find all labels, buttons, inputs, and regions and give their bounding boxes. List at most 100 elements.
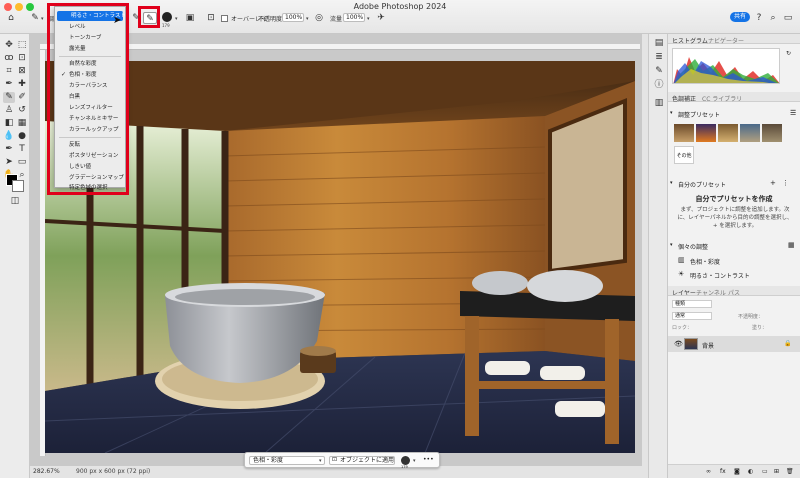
lasso-tool-icon[interactable]: ꝏ: [3, 53, 15, 64]
adjustment-hue-saturation[interactable]: 色相・彩度: [690, 257, 720, 266]
info-panel-icon[interactable]: ⓘ: [653, 80, 665, 91]
help-icon[interactable]: ?: [752, 12, 766, 24]
brightness-icon: ☀: [678, 270, 685, 278]
layer-style-icon[interactable]: fx: [720, 468, 726, 475]
add-icon[interactable]: +: [770, 179, 776, 187]
lock-icon: 🔒: [784, 340, 792, 347]
presets-more-button[interactable]: その他: [674, 146, 694, 164]
pressure-opacity-icon[interactable]: ◎: [312, 12, 326, 24]
gradient-tool-icon[interactable]: ▦: [16, 118, 28, 129]
object-select-tool-icon[interactable]: ⊡: [16, 53, 28, 64]
adjustment-brush-tool-icon[interactable]: ✎: [3, 92, 15, 103]
tab-paths[interactable]: パス: [728, 288, 740, 297]
contextual-task-bar: 色相・彩度 ▾ オブジェクトに適用 ⊡ 179 ▾ •••: [244, 452, 440, 469]
eraser-tool-icon[interactable]: ◧: [3, 118, 15, 129]
flow-field[interactable]: 100%: [343, 13, 365, 22]
tab-layers[interactable]: レイヤー: [672, 288, 696, 297]
shape-tool-icon[interactable]: ▭: [16, 157, 28, 168]
layer-kind-filter[interactable]: 種類: [672, 300, 712, 308]
history-brush-tool-icon[interactable]: ↺: [16, 105, 28, 116]
tab-histogram[interactable]: ヒストグラム: [672, 36, 708, 45]
fill-label: 塗り：: [752, 325, 768, 331]
chevron-down-icon[interactable]: ▾: [670, 110, 673, 116]
photoshop-window: Adobe Photoshop 2024 ⌂ ✎ ▾ 調整 ✎ ✎ 179 ▾ …: [0, 0, 800, 478]
more-options-button[interactable]: •••: [423, 456, 434, 463]
layers-panel-icon[interactable]: ▥: [653, 98, 665, 109]
spot-heal-tool-icon[interactable]: ✚: [16, 79, 28, 90]
overlay-checkbox[interactable]: [221, 15, 228, 22]
brush-preview-icon[interactable]: [162, 12, 172, 22]
path-select-tool-icon[interactable]: ➤: [3, 157, 15, 168]
airbrush-icon[interactable]: ✈: [374, 12, 388, 24]
home-icon[interactable]: ⌂: [4, 12, 18, 24]
chevron-down-icon[interactable]: ▾: [41, 16, 44, 22]
tab-adjustments[interactable]: 色調補正: [672, 94, 696, 103]
stamp-tool-icon[interactable]: ♙: [3, 105, 15, 116]
chevron-down-icon[interactable]: ▾: [319, 458, 322, 464]
tools-panel: ✥ ⬚ ꝏ ⊡ ⌗ ⊠ ✒ ✚ ✎ ✐ ♙ ↺ ◧ ▦ 💧 ● ✒ T ➤ ▭ …: [0, 34, 30, 478]
visibility-eye-icon[interactable]: 👁: [674, 340, 683, 348]
tab-cc-libraries[interactable]: CC ライブラリ: [702, 94, 742, 103]
more-icon[interactable]: ⋮: [782, 179, 789, 187]
sample-icon[interactable]: ⊡: [204, 12, 218, 24]
brush-settings-icon[interactable]: ▣: [183, 12, 197, 24]
brush-panel-icon[interactable]: ✎: [653, 66, 665, 77]
grid-view-icon[interactable]: ▦: [788, 241, 795, 249]
brush-tool-icon[interactable]: ✐: [16, 92, 28, 103]
adjustment-brightness-contrast[interactable]: 明るさ・コントラスト: [690, 271, 750, 280]
new-group-icon[interactable]: ▭: [762, 468, 768, 475]
preset-thumbnail[interactable]: [740, 124, 760, 142]
refresh-icon[interactable]: ↻: [786, 50, 791, 57]
preset-thumbnail[interactable]: [696, 124, 716, 142]
bathroom-photo: [45, 61, 635, 453]
properties-panel-icon[interactable]: ≣: [653, 52, 665, 63]
move-tool-icon[interactable]: ✥: [3, 40, 15, 51]
layer-thumbnail: [684, 338, 698, 350]
eyedropper-tool-icon[interactable]: ✒: [3, 79, 15, 90]
type-tool-icon[interactable]: T: [16, 144, 28, 155]
list-view-icon[interactable]: ☰: [790, 109, 796, 117]
chevron-down-icon[interactable]: ▾: [306, 16, 309, 22]
hue-saturation-icon: ▥: [678, 256, 685, 264]
adjustment-layer-icon[interactable]: ◐: [748, 468, 753, 475]
preset-thumbnail[interactable]: [674, 124, 694, 142]
chevron-down-icon[interactable]: ▾: [670, 242, 673, 248]
history-panel-icon[interactable]: ▤: [653, 38, 665, 49]
tab-navigator[interactable]: ナビゲーター: [708, 36, 744, 45]
frame-tool-icon[interactable]: ⊠: [16, 66, 28, 77]
flow-label: 流量: [330, 16, 343, 23]
adjustment-brush-icon[interactable]: ✎: [28, 12, 42, 24]
share-button[interactable]: 共有: [730, 12, 750, 22]
highlight-menu-box: [47, 3, 129, 195]
object-icon: ⊡: [332, 456, 338, 463]
layer-mask-icon[interactable]: ◙: [734, 468, 740, 475]
marquee-tool-icon[interactable]: ⬚: [16, 40, 28, 51]
preset-thumbnail[interactable]: [762, 124, 782, 142]
right-panels: ヒストグラム ナビゲーター ↻ 色調補正 CC ライブラリ ▾ 調整プリセット …: [668, 34, 800, 478]
pen-tool-icon[interactable]: ✒: [3, 144, 15, 155]
chevron-down-icon[interactable]: ▾: [670, 180, 673, 186]
new-layer-icon[interactable]: ⊞: [774, 468, 779, 475]
brush-preview-icon[interactable]: [401, 456, 410, 465]
background-color-swatch[interactable]: [12, 180, 24, 192]
search-icon[interactable]: ⌕: [766, 12, 780, 24]
blend-mode-select[interactable]: 通常: [672, 312, 712, 320]
delete-layer-icon[interactable]: 🗑: [786, 468, 794, 475]
workspace-icon[interactable]: ▭: [781, 12, 795, 24]
opacity-field[interactable]: 100%: [282, 13, 304, 22]
dodge-tool-icon[interactable]: ●: [16, 131, 28, 142]
layer-name[interactable]: 背景: [702, 341, 714, 350]
adjustment-type-select[interactable]: 色相・彩度: [249, 456, 325, 465]
chevron-down-icon[interactable]: ▾: [175, 16, 178, 22]
chevron-down-icon[interactable]: ▾: [367, 16, 370, 22]
preset-thumbnail[interactable]: [718, 124, 738, 142]
zoom-level[interactable]: 282.67%: [33, 468, 60, 475]
quick-mask-icon[interactable]: ◫: [9, 196, 21, 207]
document-canvas-image[interactable]: [45, 61, 635, 453]
blur-tool-icon[interactable]: 💧: [3, 131, 15, 142]
chevron-down-icon[interactable]: ▾: [413, 458, 416, 464]
link-layers-icon[interactable]: ∞: [706, 468, 711, 475]
apply-to-object-button[interactable]: オブジェクトに適用: [329, 456, 395, 465]
crop-tool-icon[interactable]: ⌗: [3, 66, 15, 77]
tab-channels[interactable]: チャンネル: [696, 288, 726, 297]
